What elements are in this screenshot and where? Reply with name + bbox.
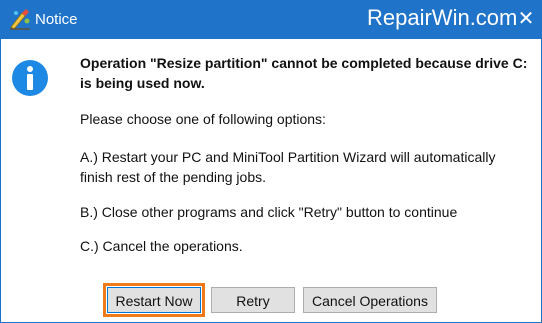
option-b-text: B.) Close other programs and click "Retr… <box>80 204 458 220</box>
close-icon[interactable]: ✕ <box>516 9 536 29</box>
window-title: Notice <box>35 11 78 28</box>
message-heading: Operation "Resize partition" cannot be c… <box>80 55 528 91</box>
repairwin-watermark: RepairWin.com <box>367 5 518 30</box>
message-body: Operation "Resize partition" cannot be c… <box>80 53 532 254</box>
retry-button[interactable]: Retry <box>211 287 295 313</box>
restart-now-button[interactable]: Restart Now <box>103 283 205 317</box>
info-icon <box>12 60 48 96</box>
cancel-operations-button[interactable]: Cancel Operations <box>303 287 437 313</box>
option-c-text: C.) Cancel the operations. <box>80 238 243 254</box>
title-bar[interactable]: Notice RepairWin.com ✕ <box>1 1 541 39</box>
notice-dialog: Notice RepairWin.com ✕ Operation "Resize… <box>0 0 542 323</box>
option-a-text: A.) Restart your PC and MiniTool Partiti… <box>80 149 496 185</box>
minitool-wizard-icon <box>10 9 30 30</box>
options-prompt: Please choose one of following options: <box>80 111 326 127</box>
